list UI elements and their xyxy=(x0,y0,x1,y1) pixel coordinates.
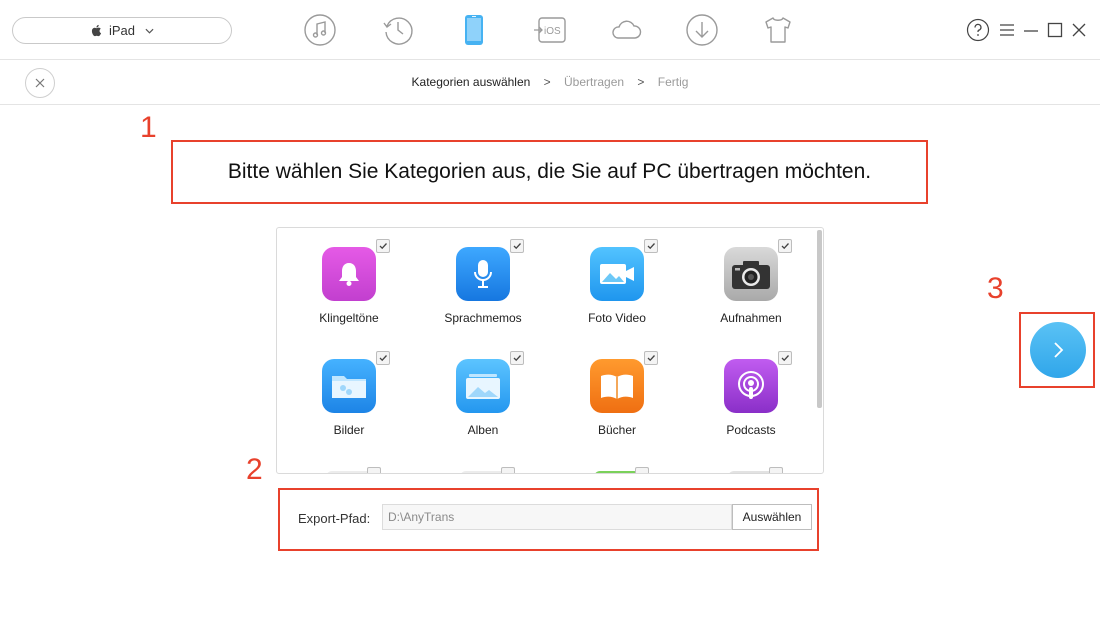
category-label: Klingeltöne xyxy=(319,311,379,325)
choose-path-button[interactable]: Auswählen xyxy=(732,504,812,530)
category-checkbox[interactable] xyxy=(376,239,390,253)
next-button[interactable] xyxy=(1030,322,1086,378)
category-voice-memos[interactable]: Sprachmemos xyxy=(418,239,548,325)
checkmark-icon xyxy=(513,355,521,362)
cloud-icon xyxy=(612,20,642,39)
device-selector[interactable]: iPad xyxy=(12,17,232,44)
checkmark-icon xyxy=(379,243,387,250)
category-albums[interactable]: Alben xyxy=(418,351,548,437)
tool-skin[interactable] xyxy=(760,12,796,48)
step-bar: Kategorien auswählen > Übertragen > Fert… xyxy=(0,60,1100,105)
checkmark-icon xyxy=(647,355,655,362)
category-label: Alben xyxy=(467,423,499,437)
folder-images-icon xyxy=(332,376,366,398)
category-books[interactable]: Bücher xyxy=(552,351,682,437)
device-name: iPad xyxy=(108,23,136,38)
photo-video-icon xyxy=(600,264,634,284)
category-checkbox[interactable] xyxy=(367,467,381,473)
menu-button[interactable] xyxy=(995,18,1019,42)
annotation-marker-2: 2 xyxy=(246,453,263,486)
close-window-icon xyxy=(1072,23,1086,37)
maximize-icon xyxy=(1047,22,1063,38)
chevron-right-icon xyxy=(1054,342,1064,358)
close-window-button[interactable] xyxy=(1067,18,1091,42)
breadcrumb-separator: > xyxy=(543,75,551,89)
checkmark-icon xyxy=(781,355,789,362)
category-checkbox[interactable] xyxy=(778,239,792,253)
breadcrumb-step-select: Kategorien auswählen xyxy=(411,75,531,89)
breadcrumb-step-done: Fertig xyxy=(657,75,689,89)
breadcrumb-separator: > xyxy=(637,75,645,89)
help-button[interactable] xyxy=(966,18,990,42)
category-captures[interactable]: Aufnahmen xyxy=(686,239,816,325)
category-photo-video[interactable]: Foto Video xyxy=(552,239,682,325)
category-label: Podcasts xyxy=(726,423,776,437)
tool-cloud[interactable] xyxy=(608,12,644,48)
category-checkbox[interactable] xyxy=(635,467,649,473)
top-toolbar: iPad iOS xyxy=(0,0,1100,60)
export-path-label: Export-Pfad: xyxy=(298,511,371,526)
category-partial-icon xyxy=(460,471,506,473)
breadcrumb-step-transfer: Übertragen xyxy=(564,75,625,89)
tool-ios[interactable]: iOS xyxy=(532,12,568,48)
menu-icon xyxy=(1000,24,1014,36)
svg-text:iOS: iOS xyxy=(544,26,561,37)
apple-icon xyxy=(91,24,102,37)
category-partial-icon xyxy=(728,471,774,473)
microphone-icon xyxy=(474,260,492,288)
category-checkbox[interactable] xyxy=(778,351,792,365)
category-checkbox[interactable] xyxy=(510,239,524,253)
history-clock-icon xyxy=(383,17,413,45)
category-partial-icon xyxy=(594,471,640,473)
download-icon xyxy=(686,14,718,46)
category-checkbox[interactable] xyxy=(769,467,783,473)
category-checkbox[interactable] xyxy=(376,351,390,365)
export-path-input[interactable]: D:\AnyTrans xyxy=(382,504,732,530)
panel-scrollbar[interactable] xyxy=(817,230,822,408)
albums-icon xyxy=(466,374,500,399)
category-label: Bücher xyxy=(597,423,637,437)
category-checkbox[interactable] xyxy=(501,467,515,473)
chevron-down-icon xyxy=(145,28,154,34)
category-label: Bilder xyxy=(333,423,365,437)
phone-device-icon xyxy=(465,15,483,45)
book-icon xyxy=(601,374,633,399)
minimize-button[interactable] xyxy=(1019,18,1043,42)
tool-download[interactable] xyxy=(684,12,720,48)
checkmark-icon xyxy=(647,243,655,250)
category-ringtones[interactable]: Klingeltöne xyxy=(284,239,414,325)
category-checkbox[interactable] xyxy=(644,351,658,365)
tool-device[interactable] xyxy=(456,12,492,48)
category-checkbox[interactable] xyxy=(510,351,524,365)
checkmark-icon xyxy=(513,243,521,250)
podcast-icon xyxy=(738,371,764,399)
annotation-marker-1: 1 xyxy=(140,111,157,144)
category-podcasts[interactable]: Podcasts xyxy=(686,351,816,437)
category-partial-icon xyxy=(326,471,372,473)
tool-history[interactable] xyxy=(380,12,416,48)
category-label: Foto Video xyxy=(588,311,646,325)
ios-transfer-icon: iOS xyxy=(534,17,566,43)
camera-icon xyxy=(732,261,770,289)
annotation-marker-3: 3 xyxy=(987,272,1004,305)
category-panel: Klingeltöne Sprachmemos Foto Video Aufna… xyxy=(276,227,824,474)
music-note-icon xyxy=(304,14,336,46)
help-icon xyxy=(966,18,990,42)
category-checkbox[interactable] xyxy=(644,239,658,253)
minimize-icon xyxy=(1024,30,1038,32)
category-label: Aufnahmen xyxy=(720,311,782,325)
tool-music[interactable] xyxy=(302,12,338,48)
checkmark-icon xyxy=(781,243,789,250)
maximize-button[interactable] xyxy=(1043,18,1067,42)
page-title: Bitte wählen Sie Kategorien aus, die Sie… xyxy=(227,160,872,183)
category-pictures[interactable]: Bilder xyxy=(284,351,414,437)
breadcrumb: Kategorien auswählen > Übertragen > Fert… xyxy=(0,75,1100,89)
category-label: Sprachmemos xyxy=(444,311,522,325)
checkmark-icon xyxy=(379,355,387,362)
bell-icon xyxy=(339,263,359,286)
tshirt-icon xyxy=(765,17,791,43)
